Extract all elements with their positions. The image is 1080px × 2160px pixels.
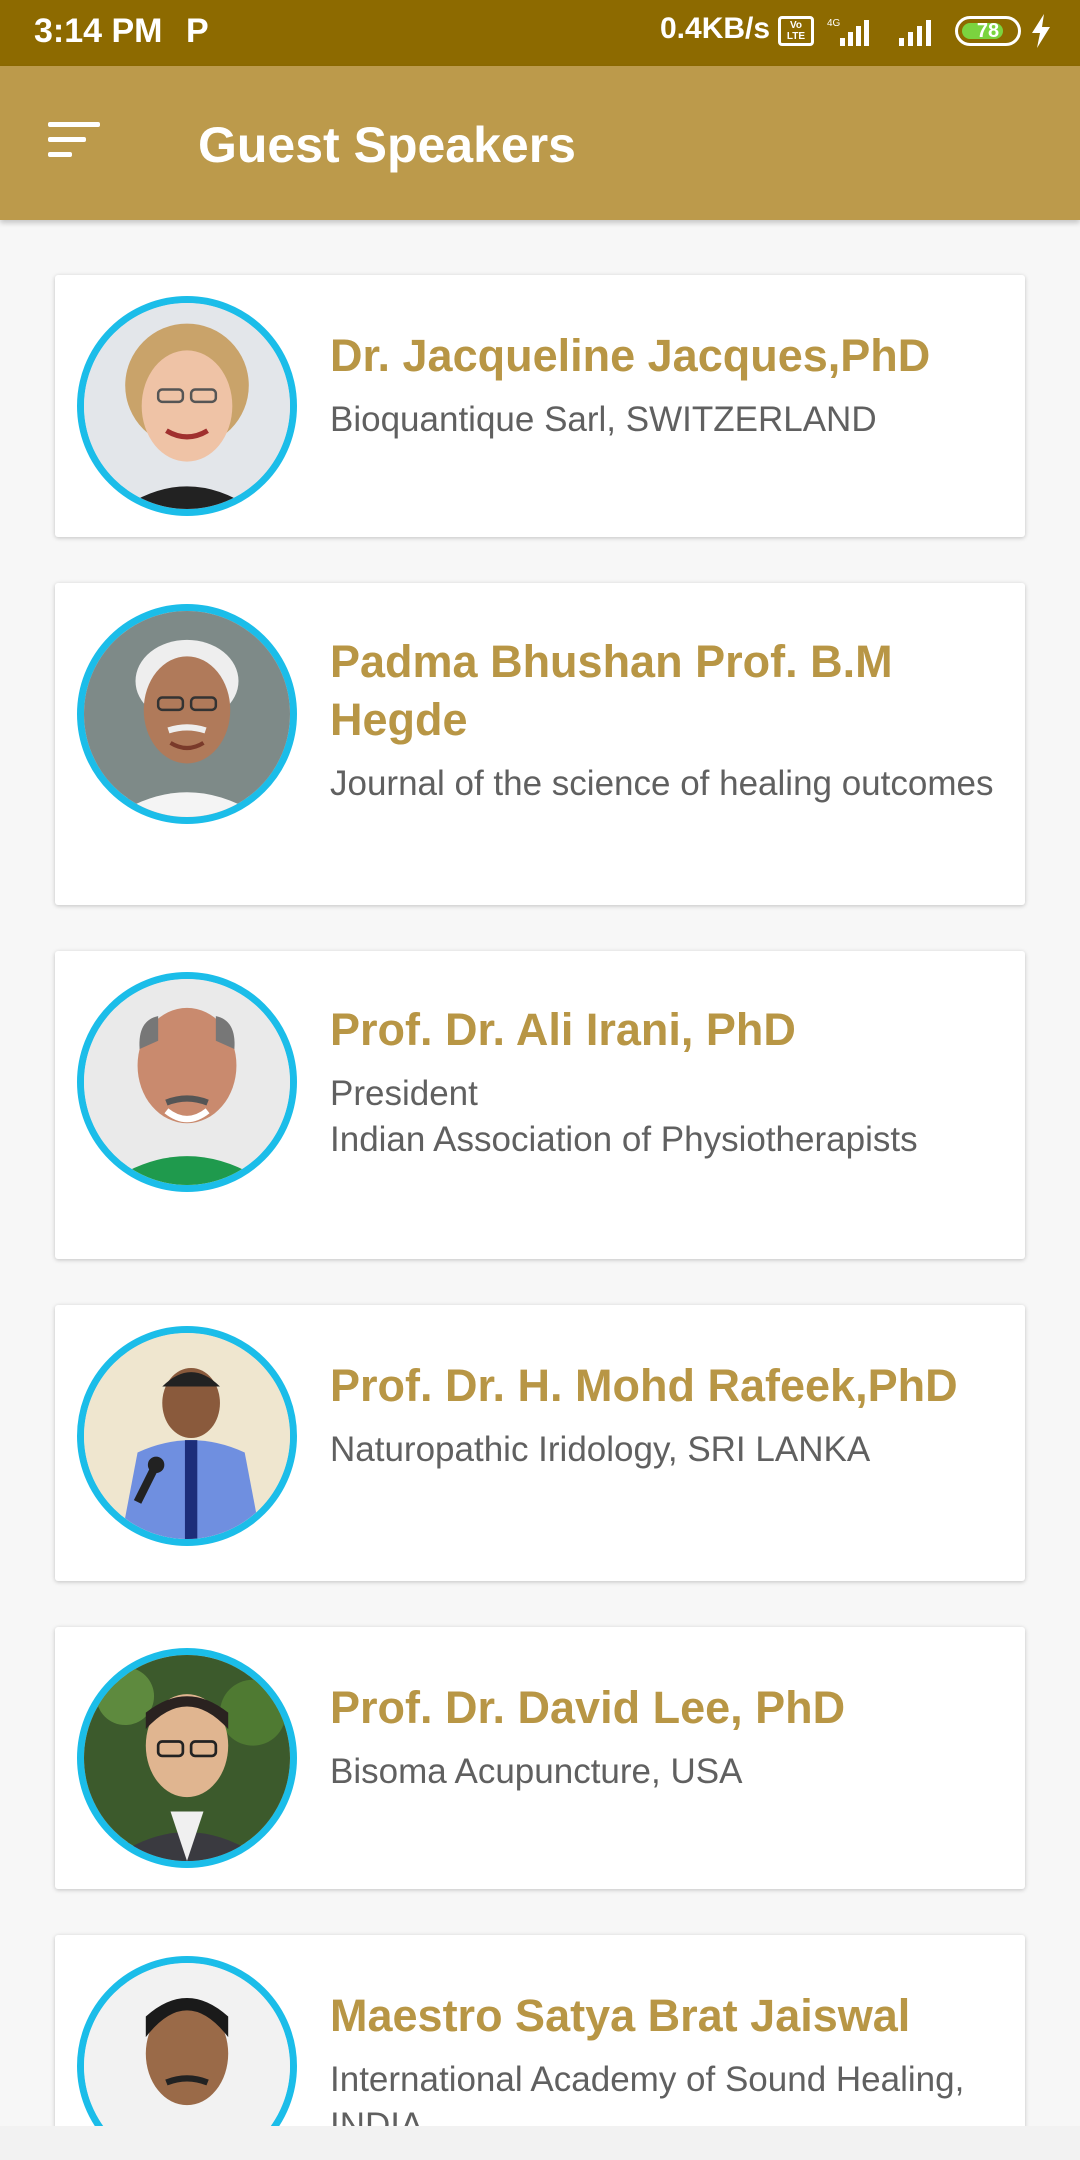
signal-strength-icon <box>899 20 931 46</box>
speaker-photo-icon <box>84 979 290 1185</box>
speaker-organization: Bioquantique Sarl, SWITZERLAND <box>330 400 877 439</box>
speaker-photo-icon <box>84 303 290 509</box>
speaker-photo-icon <box>84 611 290 817</box>
speaker-avatar <box>77 296 297 516</box>
signal-4g-icon: 4G <box>827 18 869 46</box>
speaker-photo-icon <box>84 1963 290 2126</box>
speaker-card[interactable]: Prof. Dr. David Lee, PhD Bisoma Acupunct… <box>55 1627 1025 1889</box>
speaker-name: Maestro Satya Brat Jaiswal <box>330 1990 911 2041</box>
speaker-name: Prof. Dr. Ali Irani, PhD <box>330 1004 796 1055</box>
bottom-edge <box>0 2126 1080 2160</box>
sort-menu-icon[interactable] <box>48 122 104 162</box>
volte-icon: Vo LTE <box>778 16 814 46</box>
speaker-name: Dr. Jacqueline Jacques,PhD <box>330 330 931 381</box>
speaker-avatar <box>77 972 297 1192</box>
status-bar: 3:14 PM P 0.4KB/s Vo LTE 4G 78 <box>0 0 1080 66</box>
speaker-text: Prof. Dr. Ali Irani, PhD President India… <box>330 1001 1000 1163</box>
speaker-avatar <box>77 1326 297 1546</box>
speaker-card[interactable]: Maestro Satya Brat Jaiswal International… <box>55 1935 1025 2126</box>
speaker-text: Padma Bhushan Prof. B.M Hegde Journal of… <box>330 633 1000 807</box>
page-title: Guest Speakers <box>198 117 576 173</box>
speaker-name: Prof. Dr. H. Mohd Rafeek,PhD <box>330 1360 958 1411</box>
notification-p-icon: P <box>186 12 209 50</box>
speaker-photo-icon <box>84 1655 290 1861</box>
speaker-card[interactable]: Dr. Jacqueline Jacques,PhD Bioquantique … <box>55 275 1025 537</box>
speaker-list[interactable]: Dr. Jacqueline Jacques,PhD Bioquantique … <box>0 220 1080 2126</box>
speaker-name: Padma Bhushan Prof. B.M Hegde <box>330 636 893 745</box>
speaker-avatar <box>77 1956 297 2126</box>
network-type-label: 4G <box>827 18 841 29</box>
battery-icon: 78 <box>955 16 1021 46</box>
speaker-card[interactable]: Padma Bhushan Prof. B.M Hegde Journal of… <box>55 583 1025 905</box>
speaker-avatar <box>77 604 297 824</box>
charging-bolt-icon <box>1032 14 1050 48</box>
speaker-organization: Naturopathic Iridology, SRI LANKA <box>330 1430 871 1469</box>
network-speed: 0.4KB/s <box>660 12 771 45</box>
speaker-organization: International Academy of Sound Healing, … <box>330 2060 965 2126</box>
speaker-photo-icon <box>84 1333 290 1539</box>
speaker-card[interactable]: Prof. Dr. H. Mohd Rafeek,PhD Naturopathi… <box>55 1305 1025 1581</box>
speaker-organization: Bisoma Acupuncture, USA <box>330 1752 743 1791</box>
speaker-organization: Journal of the science of healing outcom… <box>330 764 994 803</box>
battery-percent: 78 <box>976 20 1000 42</box>
speaker-avatar <box>77 1648 297 1868</box>
speaker-text: Maestro Satya Brat Jaiswal International… <box>330 1987 1000 2126</box>
speaker-organization: President Indian Association of Physioth… <box>330 1074 918 1159</box>
speaker-card[interactable]: Prof. Dr. Ali Irani, PhD President India… <box>55 951 1025 1259</box>
speaker-text: Prof. Dr. H. Mohd Rafeek,PhD Naturopathi… <box>330 1357 1000 1473</box>
speaker-text: Dr. Jacqueline Jacques,PhD Bioquantique … <box>330 327 1000 443</box>
app-bar: Guest Speakers <box>0 66 1080 220</box>
speaker-text: Prof. Dr. David Lee, PhD Bisoma Acupunct… <box>330 1679 1000 1795</box>
status-time: 3:14 PM <box>34 12 163 50</box>
speaker-name: Prof. Dr. David Lee, PhD <box>330 1682 846 1733</box>
